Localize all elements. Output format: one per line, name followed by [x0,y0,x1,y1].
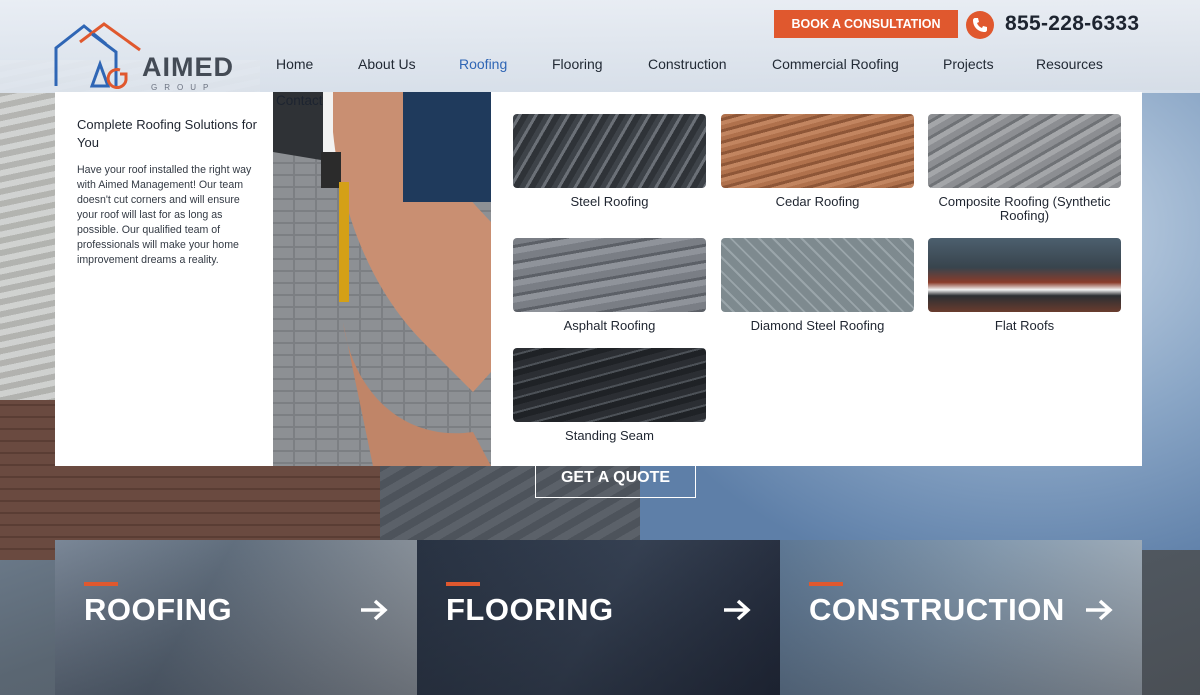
card-accent-bar [446,582,480,586]
steel-roof-photo [513,114,706,188]
card-title: CONSTRUCTION [809,592,1065,627]
composite-roof-photo [928,114,1121,188]
phone-handset-icon [973,18,987,32]
standing-seam-roof-photo [513,348,706,422]
menu-tile-label: Asphalt Roofing [563,318,656,333]
asphalt-roof-photo [513,238,706,312]
phone-icon[interactable] [966,11,994,39]
roofing-menu-title: Complete Roofing Solutions for You [77,117,257,150]
menu-tile-label: Composite Roofing (Synthetic Roofing) [938,194,1111,223]
menu-tile-asphalt-roofing[interactable]: Asphalt Roofing [513,238,706,333]
arrow-right-icon[interactable] [359,598,389,622]
flooring-card[interactable]: FLOORING [417,540,780,695]
construction-card[interactable]: CONSTRUCTION [780,540,1142,695]
site-header: AIMED GROUP BOOK A CONSULTATION 855-228-… [0,0,1200,93]
card-title: ROOFING [84,592,233,627]
nav-contact[interactable]: Contact [276,93,323,108]
brand-name: AIMED [142,52,234,82]
book-consultation-button[interactable]: BOOK A CONSULTATION [774,10,958,38]
arrow-right-icon[interactable] [722,598,752,622]
roofing-menu-intro: Complete Roofing Solutions for You Have … [55,92,273,466]
menu-tile-label: Standing Seam [565,428,654,443]
nav-about-us[interactable]: About Us [358,56,416,72]
house-logo-icon [54,22,141,90]
roofing-menu-grid: Steel Roofing Cedar Roofing Composite Ro… [491,92,1142,466]
card-accent-bar [809,582,843,586]
nav-construction[interactable]: Construction [648,56,727,72]
arrow-right-icon[interactable] [1084,598,1114,622]
brand-subtitle: GROUP [151,83,216,92]
menu-tile-steel-roofing[interactable]: Steel Roofing [513,114,706,209]
nav-roofing[interactable]: Roofing [459,56,507,72]
nav-commercial-roofing[interactable]: Commercial Roofing [772,56,899,72]
nav-home[interactable]: Home [276,56,313,72]
menu-tile-flat-roofs[interactable]: Flat Roofs [928,238,1121,333]
roofer-hammer-photo [273,92,491,466]
menu-tile-standing-seam[interactable]: Standing Seam [513,348,706,443]
card-accent-bar [84,582,118,586]
menu-tile-label: Steel Roofing [570,194,649,209]
menu-tile-diamond-steel-roofing[interactable]: Diamond Steel Roofing [721,238,914,333]
brand-logo[interactable]: AIMED GROUP [54,22,234,96]
roofing-card[interactable]: ROOFING [55,540,417,695]
flat-roof-photo [928,238,1121,312]
menu-tile-label: Flat Roofs [994,318,1055,333]
nav-projects[interactable]: Projects [943,56,994,72]
menu-tile-cedar-roofing[interactable]: Cedar Roofing [721,114,914,209]
roofer-illustration [273,92,491,466]
card-title: FLOORING [446,592,614,627]
menu-tile-composite-roofing[interactable]: Composite Roofing (Synthetic Roofing) [928,114,1121,223]
get-a-quote-button[interactable]: GET A QUOTE [535,458,696,498]
nav-resources[interactable]: Resources [1036,56,1103,72]
cedar-roof-photo [721,114,914,188]
roofing-menu-description: Have your roof installed the right way w… [77,164,252,266]
menu-tile-label: Cedar Roofing [775,194,860,209]
nav-flooring[interactable]: Flooring [552,56,603,72]
phone-number[interactable]: 855-228-6333 [1005,12,1139,36]
diamond-steel-roof-photo [721,238,914,312]
menu-tile-label: Diamond Steel Roofing [750,318,885,333]
